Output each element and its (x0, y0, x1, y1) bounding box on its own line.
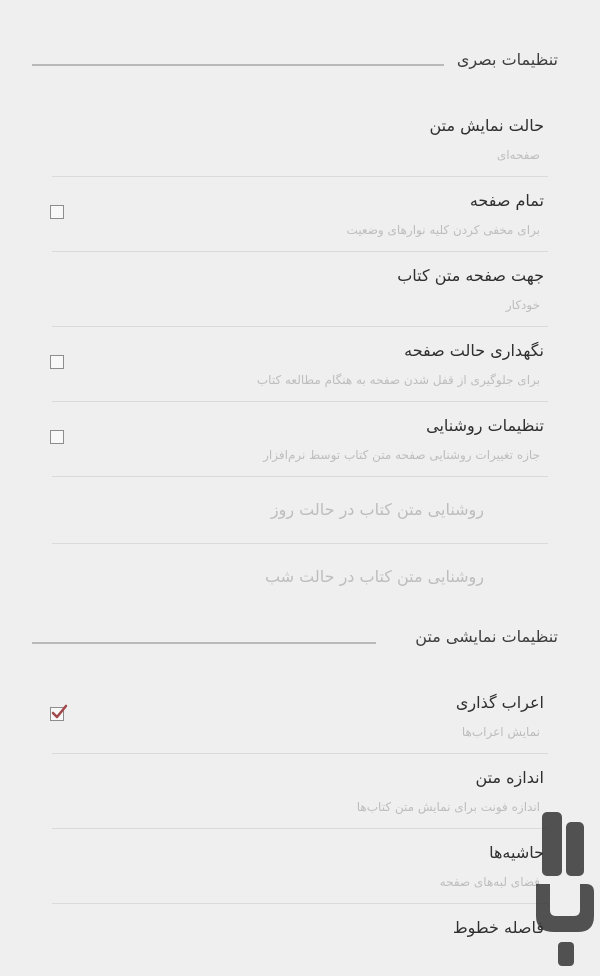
setting-title: جهت صفحه متن کتاب (397, 266, 544, 285)
section-divider (32, 64, 444, 66)
setting-summary: فضای لبه‌های صفحه (439, 875, 540, 889)
section-header-visual: تنظیمات بصری (0, 49, 600, 79)
setting-title: روشنایی متن کتاب در حالت روز (270, 500, 484, 519)
setting-row-diacritics[interactable]: اعراب گذاری نمایش اعراب‌ها (32, 692, 568, 756)
setting-title: روشنایی متن کتاب در حالت شب (264, 567, 484, 586)
app-logo-watermark (536, 812, 594, 966)
setting-summary: خودکار (505, 298, 540, 312)
section-title: تنظیمات نمایشی متن (415, 627, 558, 646)
setting-row-text-size[interactable]: اندازه متن اندازه فونت برای نمایش متن کت… (32, 767, 568, 831)
row-divider (52, 903, 548, 904)
setting-row-text-display-mode[interactable]: حالت نمایش متن صفحه‌ای (32, 115, 568, 179)
full-screen-checkbox[interactable] (50, 205, 64, 219)
settings-screen: تنظیمات بصری حالت نمایش متن صفحه‌ای تمام… (0, 0, 600, 976)
check-icon (51, 704, 68, 719)
setting-summary: صفحه‌ای (496, 148, 540, 162)
setting-row-night-brightness[interactable]: روشنایی متن کتاب در حالت شب (32, 566, 568, 600)
setting-summary: برای جلوگیری از قفل شدن صفحه به هنگام مط… (256, 373, 540, 387)
setting-summary: اندازه فونت برای نمایش متن کتاب‌ها (356, 800, 540, 814)
setting-row-line-spacing[interactable]: فاصله خطوط (32, 917, 568, 957)
setting-title: تمام صفحه (469, 191, 544, 210)
row-divider (52, 753, 548, 754)
setting-row-day-brightness[interactable]: روشنایی متن کتاب در حالت روز (32, 499, 568, 545)
setting-row-keep-screen-on[interactable]: نگهداری حالت صفحه برای جلوگیری از قفل شد… (32, 340, 568, 404)
section-divider (32, 642, 376, 644)
setting-title: اعراب گذاری (455, 693, 544, 712)
setting-row-brightness[interactable]: تنظیمات روشنایی جازه تغییرات روشنایی صفح… (32, 415, 568, 479)
setting-summary: نمایش اعراب‌ها (461, 725, 540, 739)
diacritics-checkbox[interactable] (50, 704, 68, 721)
row-divider (52, 476, 548, 477)
setting-summary: برای مخفی کردن کلیه نوارهای وضعیت (346, 223, 540, 237)
brightness-checkbox[interactable] (50, 430, 64, 444)
setting-row-full-screen[interactable]: تمام صفحه برای مخفی کردن کلیه نوارهای وض… (32, 190, 568, 254)
setting-title: حالت نمایش متن (429, 116, 544, 135)
section-header-text: تنظیمات نمایشی متن (0, 626, 600, 656)
section-title: تنظیمات بصری (456, 50, 558, 69)
row-divider (52, 176, 548, 177)
keep-screen-on-checkbox[interactable] (50, 355, 64, 369)
setting-title: تنظیمات روشنایی (426, 416, 544, 435)
row-divider (52, 828, 548, 829)
row-divider (52, 326, 548, 327)
setting-row-book-orientation[interactable]: جهت صفحه متن کتاب خودکار (32, 265, 568, 329)
setting-title: اندازه متن (475, 768, 544, 787)
row-divider (52, 543, 548, 544)
setting-summary: جازه تغییرات روشنایی صفحه متن کتاب توسط … (263, 448, 540, 462)
row-divider (52, 401, 548, 402)
setting-row-margins[interactable]: حاشیه‌ها فضای لبه‌های صفحه (32, 842, 568, 906)
row-divider (52, 251, 548, 252)
setting-title: نگهداری حالت صفحه (404, 341, 544, 360)
